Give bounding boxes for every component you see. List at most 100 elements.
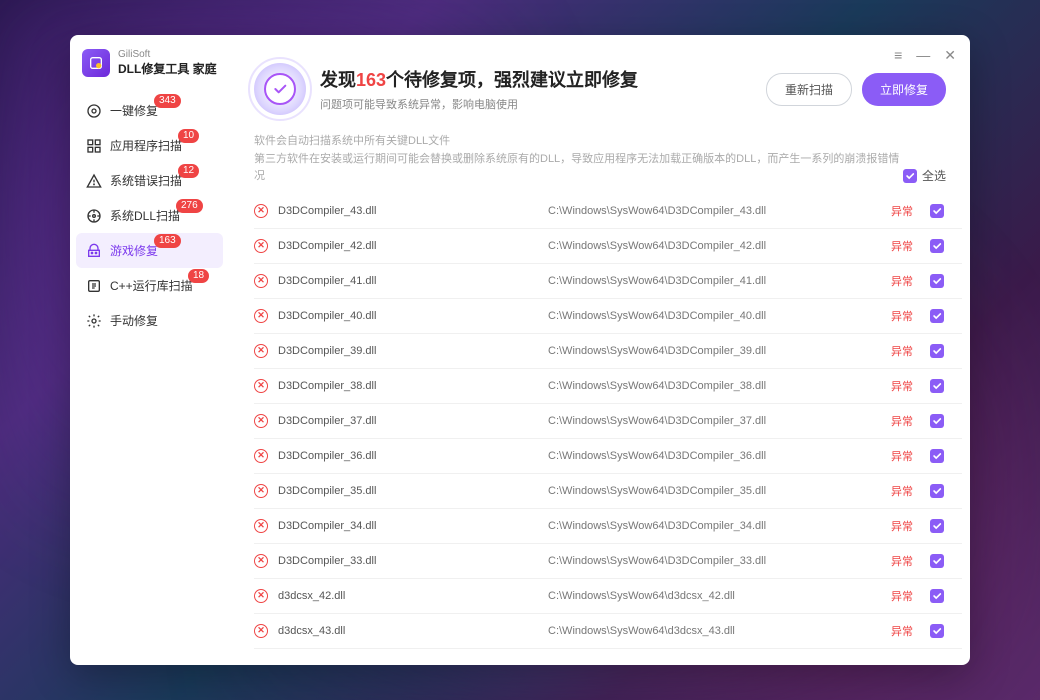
nav-list: 一键修复 343 应用程序扫描 10 系统错误扫描 12 系统DLL扫描 276… [70,93,229,338]
row-checkbox[interactable] [922,519,952,533]
list-row[interactable]: ✕ D3DCompiler_34.dll C:\Windows\SysWow64… [254,509,962,544]
nav-item[interactable]: 系统错误扫描 12 [70,163,229,198]
row-status: 异常 [882,343,922,359]
nav-icon [86,313,102,329]
desc-line1: 软件会自动扫描系统中所有关键DLL文件 [254,133,903,151]
logo: GiliSoft DLL修复工具 家庭 [70,49,229,93]
list-row[interactable]: ✕ D3DCompiler_35.dll C:\Windows\SysWow64… [254,474,962,509]
nav-label: 游戏修复 [110,242,158,259]
row-checkbox[interactable] [922,379,952,393]
list-row[interactable]: ✕ D3DCompiler_36.dll C:\Windows\SysWow64… [254,439,962,474]
row-path: C:\Windows\SysWow64\D3DCompiler_40.dll [548,310,882,322]
row-status: 异常 [882,623,922,639]
error-icon: ✕ [254,379,268,393]
row-checkbox[interactable] [922,484,952,498]
error-icon: ✕ [254,344,268,358]
nav-badge: 10 [178,129,199,143]
header-actions: 重新扫描 立即修复 [766,73,946,106]
row-name: d3dcsx_43.dll [278,625,548,637]
header-title: 发现163个待修复项，强烈建议立即修复 [320,66,638,92]
nav-label: 手动修复 [110,312,158,329]
row-name: D3DCompiler_34.dll [278,520,548,532]
logo-title: DLL修复工具 家庭 [118,60,217,77]
select-all-checkbox[interactable]: 全选 [903,167,946,186]
row-checkbox[interactable] [922,624,952,638]
list-row[interactable]: ✕ D3DCompiler_42.dll C:\Windows\SysWow64… [254,229,962,264]
list-row[interactable]: ✕ D3DCompiler_43.dll C:\Windows\SysWow64… [254,194,962,229]
header-text: 发现163个待修复项，强烈建议立即修复 问题项可能导致系统异常，影响电脑使用 [320,66,638,112]
nav-icon [86,243,102,259]
row-path: C:\Windows\SysWow64\D3DCompiler_39.dll [548,345,882,357]
list-row[interactable]: ✕ d3dcsx_43.dll C:\Windows\SysWow64\d3dc… [254,614,962,649]
close-icon[interactable]: ✕ [944,47,956,64]
nav-item[interactable]: 应用程序扫描 10 [70,128,229,163]
nav-item[interactable]: 系统DLL扫描 276 [70,198,229,233]
row-name: d3dcsx_42.dll [278,590,548,602]
row-name: D3DCompiler_41.dll [278,275,548,287]
row-checkbox[interactable] [922,554,952,568]
row-path: C:\Windows\SysWow64\D3DCompiler_41.dll [548,275,882,287]
nav-item[interactable]: 手动修复 [70,303,229,338]
list-row[interactable]: ✕ D3DCompiler_33.dll C:\Windows\SysWow64… [254,544,962,579]
row-status: 异常 [882,238,922,254]
error-icon: ✕ [254,519,268,533]
row-checkbox[interactable] [922,274,952,288]
list-row[interactable]: ✕ D3DCompiler_41.dll C:\Windows\SysWow64… [254,264,962,299]
list-row[interactable]: ✕ d3dcsx_42.dll C:\Windows\SysWow64\d3dc… [254,579,962,614]
list-row[interactable]: ✕ D3DCompiler_39.dll C:\Windows\SysWow64… [254,334,962,369]
nav-badge: 276 [176,199,203,213]
nav-icon [86,278,102,294]
list-row[interactable]: ✕ D3DCompiler_40.dll C:\Windows\SysWow64… [254,299,962,334]
row-checkbox[interactable] [922,449,952,463]
row-name: D3DCompiler_35.dll [278,485,548,497]
nav-icon [86,103,102,119]
nav-label: 一键修复 [110,102,158,119]
nav-label: 应用程序扫描 [110,137,182,154]
nav-icon [86,173,102,189]
row-status: 异常 [882,308,922,324]
row-checkbox[interactable] [922,589,952,603]
header: 发现163个待修复项，强烈建议立即修复 问题项可能导致系统异常，影响电脑使用 重… [230,35,970,133]
row-name: D3DCompiler_33.dll [278,555,548,567]
row-name: D3DCompiler_39.dll [278,345,548,357]
row-checkbox[interactable] [922,309,952,323]
error-icon: ✕ [254,624,268,638]
row-name: D3DCompiler_40.dll [278,310,548,322]
nav-badge: 12 [178,164,199,178]
row-path: C:\Windows\SysWow64\D3DCompiler_35.dll [548,485,882,497]
row-status: 异常 [882,203,922,219]
list-row[interactable]: ✕ D3DCompiler_38.dll C:\Windows\SysWow64… [254,369,962,404]
nav-label: 系统错误扫描 [110,172,182,189]
row-name: D3DCompiler_43.dll [278,205,548,217]
window-controls: ≡ — ✕ [894,47,956,64]
header-subtitle: 问题项可能导致系统异常，影响电脑使用 [320,96,638,112]
nav-badge: 163 [154,234,181,248]
nav-badge: 18 [188,269,209,283]
row-status: 异常 [882,518,922,534]
row-checkbox[interactable] [922,239,952,253]
minimize-icon[interactable]: — [916,47,930,64]
row-status: 异常 [882,588,922,604]
error-icon: ✕ [254,274,268,288]
row-status: 异常 [882,483,922,499]
row-name: D3DCompiler_36.dll [278,450,548,462]
dll-list[interactable]: ✕ D3DCompiler_43.dll C:\Windows\SysWow64… [230,194,970,665]
error-icon: ✕ [254,239,268,253]
nav-item[interactable]: C++运行库扫描 18 [70,268,229,303]
row-status: 异常 [882,553,922,569]
list-row[interactable]: ✕ D3DCompiler_37.dll C:\Windows\SysWow64… [254,404,962,439]
nav-label: C++运行库扫描 [110,277,193,294]
nav-item[interactable]: 一键修复 343 [70,93,229,128]
row-status: 异常 [882,273,922,289]
logo-brand: GiliSoft [118,49,217,60]
row-checkbox[interactable] [922,414,952,428]
menu-icon[interactable]: ≡ [894,47,902,64]
rescan-button[interactable]: 重新扫描 [766,73,852,106]
error-icon: ✕ [254,309,268,323]
nav-item[interactable]: 游戏修复 163 [76,233,223,268]
row-checkbox[interactable] [922,204,952,218]
row-checkbox[interactable] [922,344,952,358]
error-icon: ✕ [254,449,268,463]
row-path: C:\Windows\SysWow64\D3DCompiler_42.dll [548,240,882,252]
repair-button[interactable]: 立即修复 [862,73,946,106]
